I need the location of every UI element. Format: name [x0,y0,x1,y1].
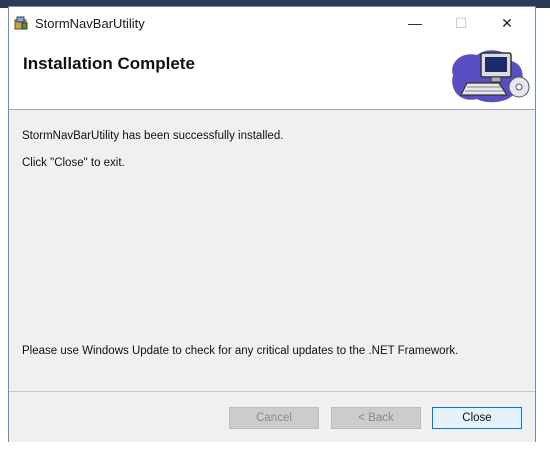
installer-window: StormNavBarUtility — ☐ ✕ Installation Co… [8,6,536,442]
minimize-button[interactable]: — [392,7,438,39]
close-button[interactable]: Close [432,407,522,429]
page-title: Installation Complete [23,54,195,73]
title-bar[interactable]: StormNavBarUtility — ☐ ✕ [9,7,535,39]
close-window-button[interactable]: ✕ [484,7,530,39]
button-bar: Cancel < Back Close [9,391,535,442]
back-button: < Back [331,407,421,429]
window-title: StormNavBarUtility [35,16,145,31]
windows-update-note: Please use Windows Update to check for a… [22,345,459,357]
computer-cd-icon [447,45,531,107]
exit-instruction: Click "Close" to exit. [22,157,125,169]
installer-content: StormNavBarUtility has been successfully… [9,110,535,391]
maximize-icon: ☐ [454,14,468,31]
maximize-button: ☐ [438,7,484,39]
minimize-icon: — [408,15,422,31]
cancel-button: Cancel [229,407,319,429]
installer-icon [13,15,29,31]
close-icon: ✕ [501,14,513,31]
success-message: StormNavBarUtility has been successfully… [22,130,284,142]
installer-header: Installation Complete [9,39,535,110]
